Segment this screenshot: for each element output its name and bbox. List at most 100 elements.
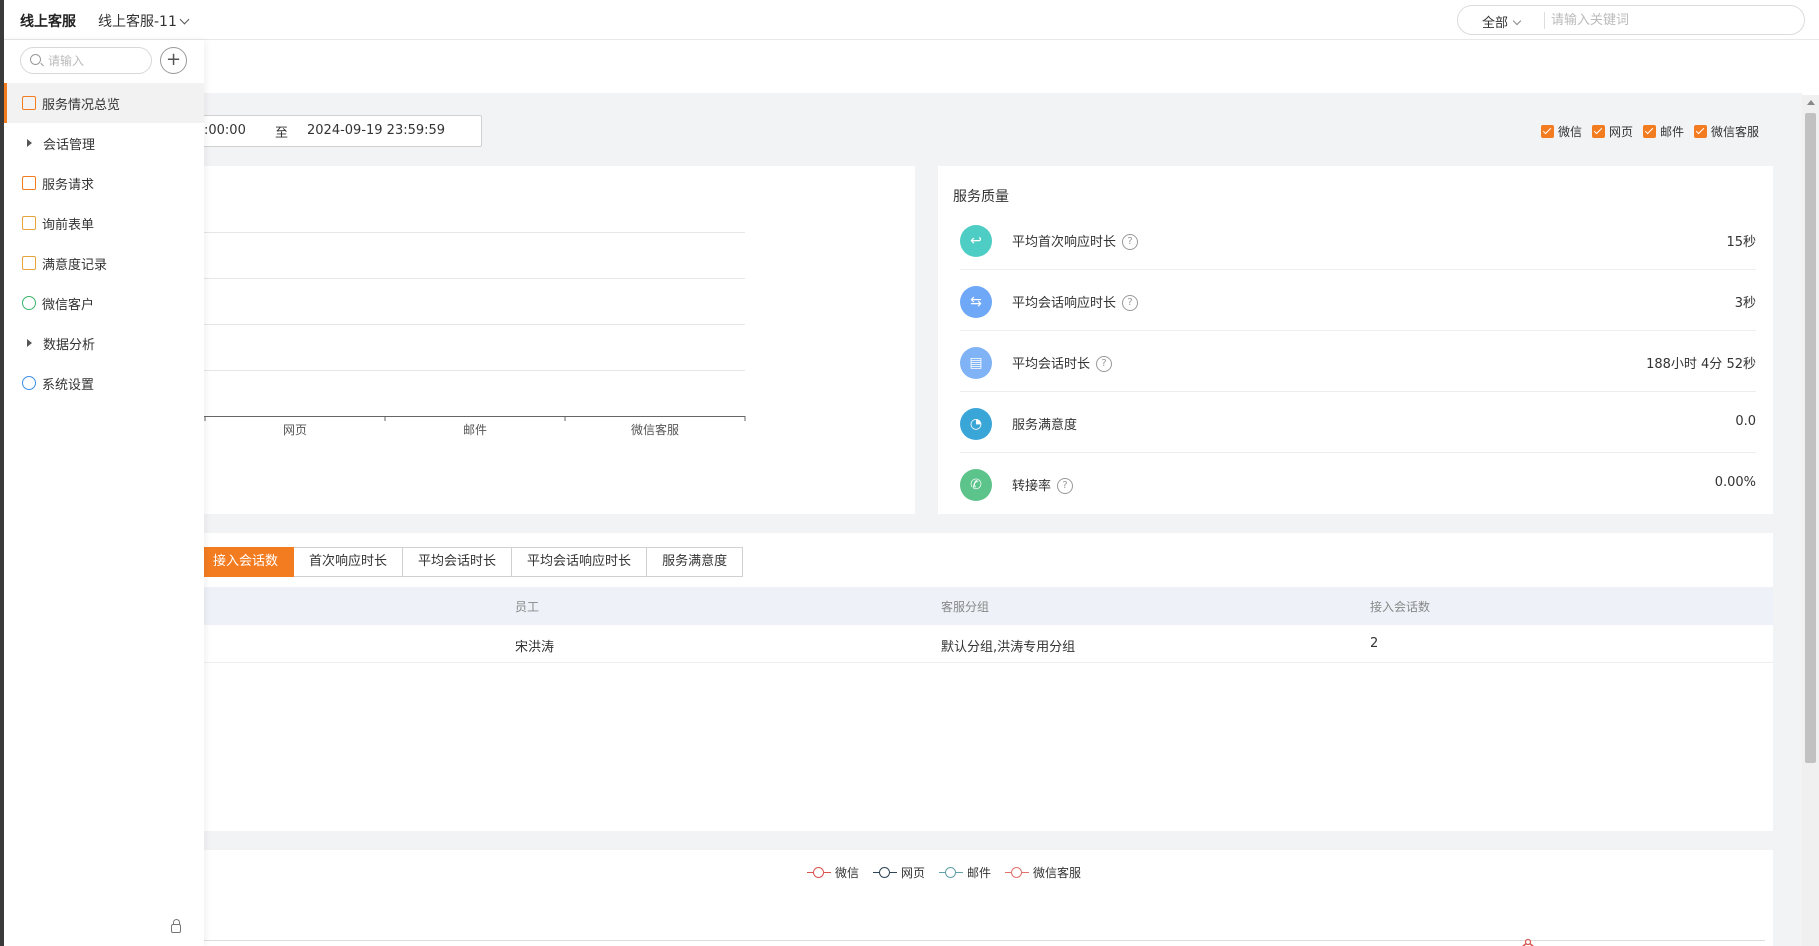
quality-label-text: 平均会话时长: [1012, 357, 1091, 372]
tab-satisfaction[interactable]: 服务满意度: [647, 547, 744, 577]
service-quality-title: 服务质量: [953, 189, 1009, 205]
chart-tick-label: 微信客服: [631, 422, 679, 437]
tab-first-response[interactable]: 首次响应时长: [294, 547, 404, 577]
quality-row: ✆ 转接率? 0.00%: [960, 454, 1756, 514]
search-scope-dropdown[interactable]: 全部: [1482, 12, 1522, 31]
quality-value: 0.00%: [1714, 475, 1756, 490]
search-scope-label: 全部: [1482, 16, 1509, 31]
caret-right-icon: [27, 339, 32, 347]
checkbox-checked-icon: [1592, 125, 1606, 138]
date-start: :00:00: [204, 123, 246, 138]
sidebar-item-settings[interactable]: 系统设置: [4, 363, 204, 403]
caret-right-icon: [27, 139, 32, 147]
help-icon[interactable]: ?: [1096, 355, 1113, 372]
window-edge: [0, 0, 4, 946]
quality-label: 平均会话响应时长?: [1012, 292, 1139, 312]
sidebar-item-sessions[interactable]: 会话管理: [4, 123, 204, 163]
checkbox-checked-icon: [1541, 125, 1554, 138]
sidebar-item-requests[interactable]: 服务请求: [4, 163, 204, 203]
scroll-up-icon[interactable]: [1807, 100, 1815, 105]
quality-label: 转接率?: [1012, 475, 1074, 495]
channel-filters: 微信 网页 邮件 微信客服: [1541, 123, 1759, 140]
quality-metric-icon: ↩: [960, 225, 992, 257]
trend-line-chart-card: 微信 网页 邮件 微信客服: [185, 850, 1773, 946]
add-button[interactable]: +: [160, 47, 187, 74]
tab-avg-session[interactable]: 平均会话时长: [403, 547, 513, 577]
column-header-count: 接入会话数: [1370, 600, 1431, 614]
channel-checkbox-web[interactable]: 网页: [1592, 123, 1633, 140]
ranking-card: 接入会话数 首次响应时长 平均会话时长 平均会话响应时长 服务满意度 员工 客服…: [185, 533, 1773, 831]
column-header-group: 客服分组: [941, 600, 990, 614]
satisfaction-icon: [22, 256, 36, 270]
sidebar-item-label: 满意度记录: [42, 257, 108, 273]
quality-label: 平均会话时长?: [1012, 353, 1113, 373]
chart-tick-label: 邮件: [463, 423, 487, 437]
date-separator: 至: [275, 126, 289, 141]
quality-value: 188小时 4分 52秒: [1646, 357, 1756, 372]
quality-label: 平均首次响应时长?: [1012, 231, 1139, 251]
gear-icon: [22, 376, 36, 390]
tab-sessions[interactable]: 接入会话数: [197, 547, 295, 577]
quality-metric-icon: ◔: [960, 408, 992, 440]
table-row: 宋洪涛 默认分组,洪涛专用分组 2: [185, 625, 1773, 663]
quality-metric-icon: ✆: [960, 469, 992, 501]
search-icon: [30, 54, 41, 65]
app-title: 线上客服: [20, 14, 76, 30]
channel-checkbox-wechat[interactable]: 微信: [1541, 123, 1582, 140]
tab-avg-response[interactable]: 平均会话响应时长: [512, 547, 648, 577]
sidebar: + 服务情况总览 会话管理 服务请求 询前表单 满意度记录 微信客户 数据分析 …: [0, 40, 204, 946]
channel-label: 网页: [1609, 125, 1634, 139]
sidebar-item-label: 服务情况总览: [42, 97, 121, 113]
lock-icon[interactable]: [171, 919, 181, 933]
channel-bar-chart-card: 微信网页邮件微信客服: [185, 166, 915, 514]
sidebar-item-satisfaction[interactable]: 满意度记录: [4, 243, 204, 283]
quality-metric-icon: ⇆: [960, 286, 992, 318]
form-icon: [22, 216, 36, 230]
content-header: [0, 40, 1802, 93]
quality-value: 3秒: [1734, 296, 1756, 311]
quality-row: ↩ 平均首次响应时长? 15秒: [960, 210, 1756, 270]
sidebar-item-label: 询前表单: [42, 217, 95, 233]
sidebar-item-overview[interactable]: 服务情况总览: [4, 83, 204, 123]
sidebar-item-analytics[interactable]: 数据分析: [4, 323, 204, 363]
service-quality-card: 服务质量 ↩ 平均首次响应时长? 15秒 ⇆ 平均会话响应时长? 3秒 ▤ 平均会话时长? 18…: [938, 166, 1773, 514]
search-input[interactable]: [1551, 10, 1791, 31]
channel-checkbox-wechat-service[interactable]: 微信客服: [1694, 123, 1759, 140]
tenant-selector[interactable]: 线上客服-11: [98, 11, 190, 31]
sidebar-item-label: 服务请求: [42, 177, 95, 193]
tenant-label: 线上客服-11: [98, 14, 177, 30]
channel-label: 微信: [1558, 125, 1583, 139]
quality-row: ▤ 平均会话时长? 188小时 4分 52秒: [960, 332, 1756, 392]
sidebar-item-wechat-customers[interactable]: 微信客户: [4, 283, 204, 323]
sidebar-item-label: 数据分析: [43, 337, 96, 353]
channel-label: 微信客服: [1711, 125, 1760, 139]
ranking-tabs: 接入会话数 首次响应时长 平均会话时长 平均会话响应时长 服务满意度: [197, 547, 744, 577]
global-search: 全部: [1457, 5, 1805, 35]
chart-tick-label: 网页: [283, 423, 307, 437]
quality-label-text: 转接率: [1012, 479, 1052, 494]
channel-checkbox-email[interactable]: 邮件: [1643, 123, 1684, 140]
sidebar-search: [20, 47, 152, 74]
sidebar-search-input[interactable]: [48, 52, 144, 70]
overview-icon: [22, 96, 36, 110]
cell-group: 默认分组,洪涛专用分组: [941, 640, 1076, 655]
channel-bar-chart: 微信网页邮件微信客服: [185, 232, 746, 437]
sidebar-item-preform[interactable]: 询前表单: [4, 203, 204, 243]
top-bar: 线上客服 线上客服-11 全部: [0, 0, 1819, 40]
chevron-down-icon: [1512, 16, 1522, 26]
date-end: 2024-09-19 23:59:59: [307, 123, 446, 138]
sidebar-item-label: 会话管理: [43, 137, 96, 153]
quality-row: ⇆ 平均会话响应时长? 3秒: [960, 271, 1756, 331]
help-icon[interactable]: ?: [1122, 294, 1139, 311]
help-icon[interactable]: ?: [1057, 477, 1074, 494]
quality-value: 0.0: [1735, 414, 1756, 429]
request-icon: [22, 176, 36, 190]
wechat-icon: [22, 296, 36, 310]
sidebar-item-label: 系统设置: [42, 377, 95, 393]
scrollbar-thumb[interactable]: [1805, 113, 1816, 763]
page-scrollbar[interactable]: [1802, 95, 1819, 946]
date-range-picker[interactable]: :00:00 至 2024-09-19 23:59:59: [190, 115, 482, 147]
table-header: 员工 客服分组 接入会话数: [185, 587, 1773, 625]
help-icon[interactable]: ?: [1122, 233, 1139, 250]
main-content: :00:00 至 2024-09-19 23:59:59 微信 网页 邮件 微信…: [0, 40, 1802, 946]
